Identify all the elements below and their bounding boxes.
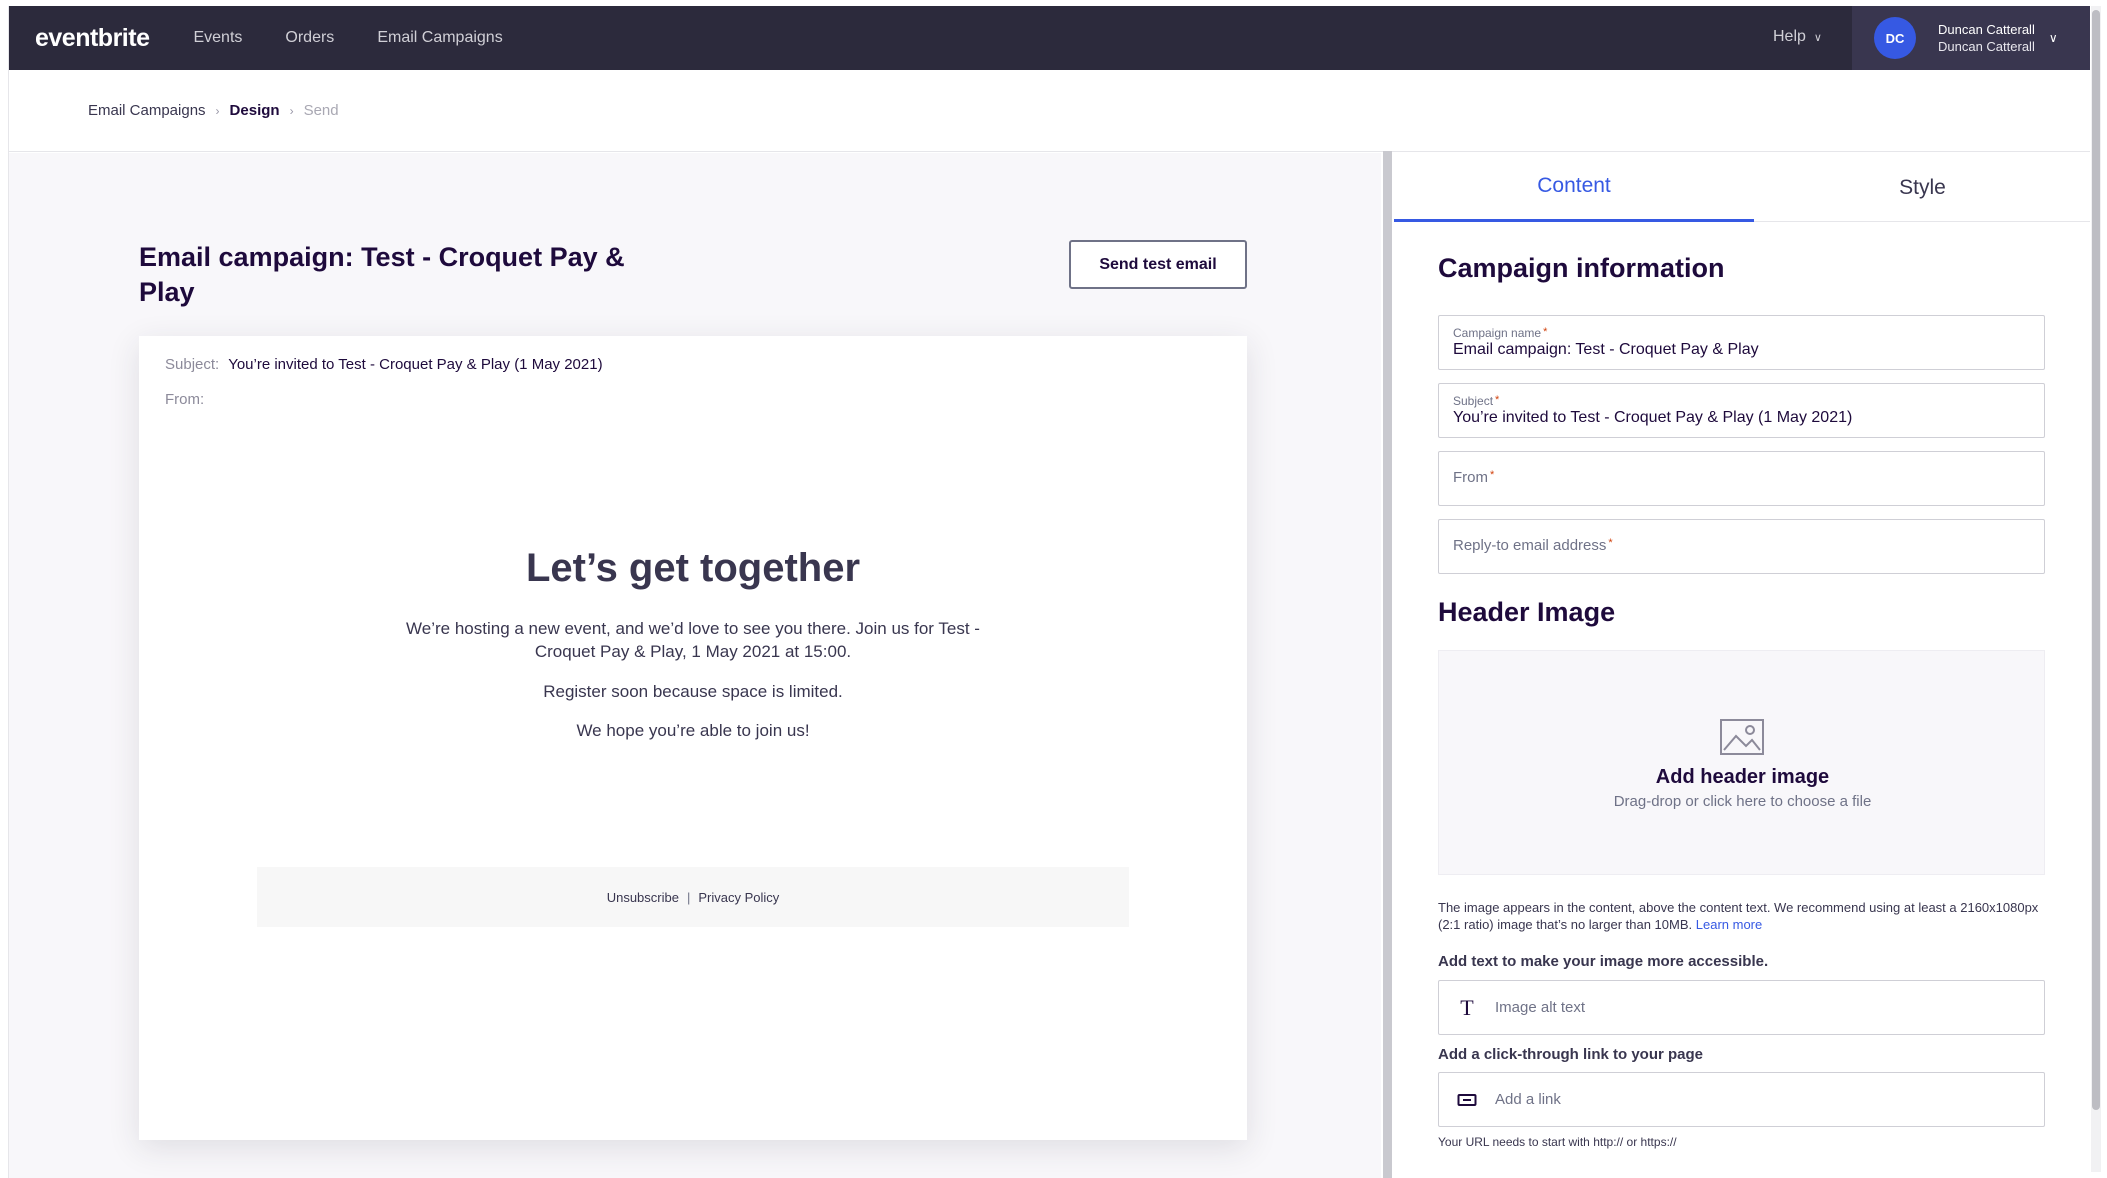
preview-subject-label: Subject: [165,356,220,373]
campaign-name-label: Campaign name * [1453,326,1548,340]
campaign-name-field[interactable]: Campaign name * Email campaign: Test - Cr… [1438,315,2045,370]
email-body-paragraph: We’re hosting a new event, and we’d love… [406,619,980,661]
breadcrumb-email-campaigns[interactable]: Email Campaigns [88,102,206,119]
panel-resize-handle[interactable] [1383,151,1392,1178]
privacy-policy-link[interactable]: Privacy Policy [698,890,779,905]
subject-field[interactable]: Subject * You’re invited to Test - Croque… [1438,383,2045,438]
top-nav: eventbrite Events Orders Email Campaigns… [9,6,2090,70]
breadcrumb-send: Send [303,102,339,119]
settings-panel: Content Style Campaign information Campa… [1394,153,2090,1178]
chevron-down-icon: ∨ [1813,31,1822,44]
footer-separator: | [686,889,691,905]
reply-to-email-field[interactable]: Reply-to email address * [1438,519,2045,574]
scrollbar-thumb[interactable] [2092,10,2100,1110]
from-placeholder: From * [1453,469,1495,486]
preview-subject-value: You’re invited to Test - Croquet Pay & P… [228,356,603,373]
link-icon [1439,1087,1495,1113]
app-frame: eventbrite Events Orders Email Campaigns… [8,6,2090,1178]
page-scrollbar[interactable] [2091,6,2101,1172]
eventbrite-logo[interactable]: eventbrite [35,24,150,53]
email-body-paragraph: Register soon because space is limited. [543,682,843,701]
chevron-right-icon: › [215,103,220,118]
user-org: Duncan Catterall [1938,39,2035,54]
email-heading: Let’s get together [525,546,861,590]
url-note: Your URL needs to start with http:// or … [1438,1135,1677,1149]
breadcrumb-design[interactable]: Design [230,102,280,119]
tab-content[interactable]: Content [1394,153,1754,222]
campaign-name-value: Email campaign: Test - Croquet Pay & Pla… [1453,341,1759,358]
user-name: Duncan Catterall [1938,22,2035,37]
from-field[interactable]: From * [1438,451,2045,506]
email-preview-card: Subject: You’re invited to Test - Croque… [139,336,1247,1140]
email-preview-area: Email campaign: Test - Croquet Pay & Pla… [9,153,1381,1178]
text-icon: T [1460,994,1474,1020]
link-placeholder: Add a link [1495,1091,1561,1108]
subject-value: You’re invited to Test - Croquet Pay & P… [1453,409,1853,426]
email-footer: Unsubscribe | Privacy Policy [257,867,1129,927]
nav-events[interactable]: Events [193,29,242,47]
campaign-information-title: Campaign information [1438,253,1725,283]
breadcrumb: Email Campaigns › Design › Send [9,70,2090,152]
avatar: DC [1874,17,1916,59]
user-menu[interactable]: DC Duncan Catterall Duncan Catterall ∨ [1852,6,2090,70]
send-test-email-button[interactable]: Send test email [1069,240,1247,289]
panel-tabs: Content Style [1394,153,2090,222]
learn-more-link[interactable]: Learn more [1696,917,1762,932]
alt-text-label: Add text to make your image more accessi… [1438,953,1769,970]
image-helper-text: The image appears in the content, above … [1438,900,2039,932]
help-menu[interactable]: Help ∨ [1773,28,1822,46]
nav-orders[interactable]: Orders [285,29,334,47]
click-through-link-input[interactable]: Add a link [1438,1072,2045,1127]
preview-from-row: From: [165,391,213,408]
nav-email-campaigns[interactable]: Email Campaigns [377,29,502,47]
header-image-dropzone[interactable]: Add header image Drag-drop or click here… [1438,650,2045,875]
page-title: Email campaign: Test - Croquet Pay & Pla… [139,242,625,307]
image-icon [1720,719,1764,755]
chevron-down-icon: ∨ [2048,31,2058,45]
user-info: Duncan Catterall Duncan Catterall [1938,21,2035,55]
add-header-image-title: Add header image [1655,766,1830,788]
subject-label: Subject * [1453,394,1500,408]
click-through-link-label: Add a click-through link to your page [1438,1046,1704,1063]
add-header-image-subtitle: Drag-drop or click here to choose a file [1613,793,1872,810]
tab-style[interactable]: Style [1754,153,2090,222]
unsubscribe-link[interactable]: Unsubscribe [607,890,679,905]
reply-to-placeholder: Reply-to email address * [1453,537,1613,554]
alt-text-placeholder: Image alt text [1495,999,1586,1016]
preview-subject-row: Subject: You’re invited to Test - Croque… [165,356,603,373]
email-body-paragraph: We hope you’re able to join us! [576,721,810,740]
help-label: Help [1773,28,1806,45]
chevron-right-icon: › [289,103,294,118]
header-image-title: Header Image [1438,597,1616,627]
preview-from-label: From: [165,391,205,408]
image-alt-text-input[interactable]: T Image alt text [1438,980,2045,1035]
